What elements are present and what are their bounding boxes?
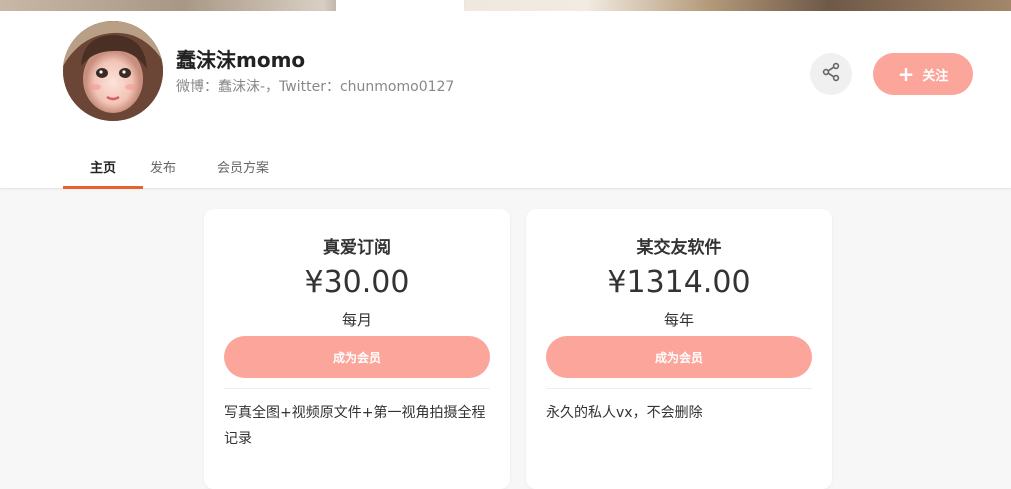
profile-header: 蠢沫沫momo 微博：蠢沫沫-，Twitter：chunmomo0127 + 关…	[0, 11, 1011, 189]
join-membership-button[interactable]: 成为会员	[546, 336, 812, 378]
divider	[224, 388, 490, 389]
profile-tabs: 主页 发布 会员方案	[63, 149, 283, 189]
plan-description: 写真全图+视频原文件+第一视角拍摄全程记录	[224, 405, 486, 447]
plan-period: 每月	[341, 311, 372, 329]
creator-name: 蠢沫沫momo	[176, 48, 306, 72]
plus-icon: +	[897, 62, 915, 86]
creator-bio: 微博：蠢沫沫-，Twitter：chunmomo0127	[176, 79, 455, 95]
plan-title: 某交友软件	[636, 238, 722, 258]
plan-price: ¥1314.00	[607, 265, 751, 300]
plan-card: 真爱订阅 ¥30.00 每月 成为会员 写真全图+视频原文件+第一视角拍摄全程记…	[204, 209, 510, 489]
share-icon	[821, 62, 841, 86]
share-button[interactable]	[810, 53, 852, 95]
cover-banner	[0, 0, 1011, 11]
plan-card: 某交友软件 ¥1314.00 每年 成为会员 永久的私人vx，不会删除	[526, 209, 832, 489]
follow-label: 关注	[922, 68, 949, 84]
tab-membership-plans[interactable]: 会员方案	[203, 149, 283, 189]
plan-price: ¥30.00	[304, 265, 410, 300]
join-membership-button[interactable]: 成为会员	[224, 336, 490, 378]
plan-period: 每年	[663, 311, 694, 329]
follow-button[interactable]: + 关注	[873, 53, 973, 95]
divider	[546, 388, 812, 389]
tab-posts[interactable]: 发布	[143, 149, 183, 189]
plan-description: 永久的私人vx，不会删除	[546, 405, 703, 421]
avatar[interactable]	[63, 21, 163, 121]
plan-title: 真爱订阅	[323, 238, 391, 258]
tab-home[interactable]: 主页	[63, 149, 143, 189]
